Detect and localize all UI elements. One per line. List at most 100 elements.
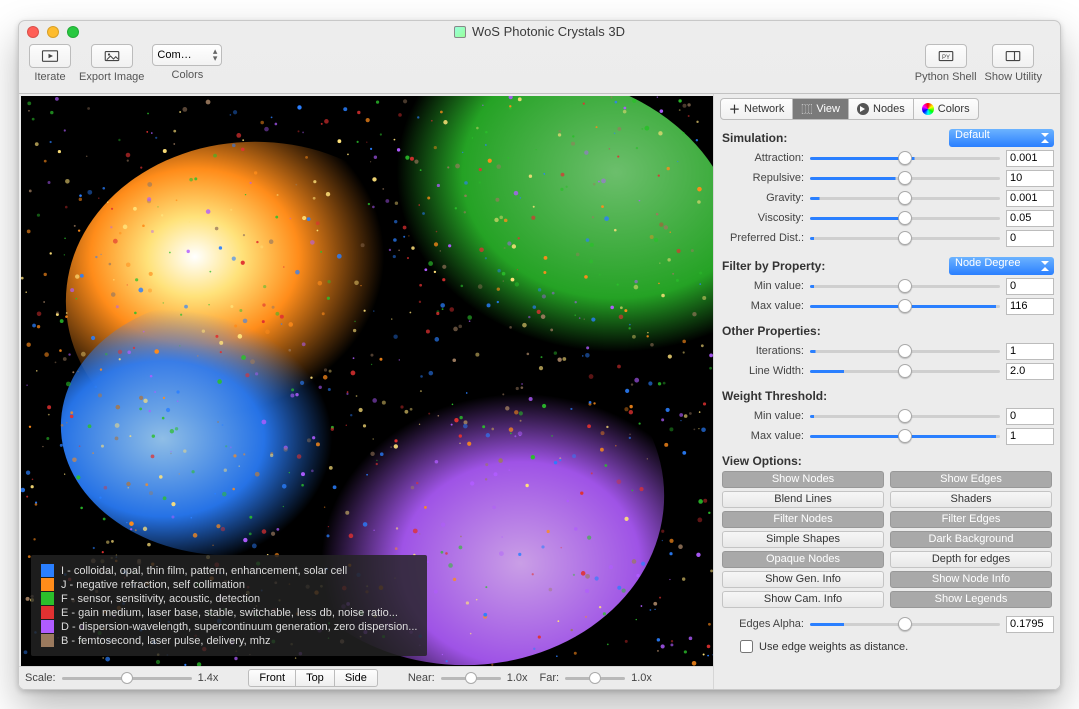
view-option-button[interactable]: Show Gen. Info: [722, 571, 884, 588]
view-option-button[interactable]: Shaders: [890, 491, 1052, 508]
slider[interactable]: [810, 350, 1000, 353]
legend-row: D - dispersion-wavelength, supercontinuu…: [41, 620, 417, 633]
slider-label: Line Width:: [720, 365, 804, 377]
view-option-button[interactable]: Show Edges: [890, 471, 1052, 488]
colors-combo[interactable]: Com…▴▾ Colors: [152, 44, 222, 81]
iterate-button[interactable]: Iterate: [29, 44, 71, 83]
slider-value[interactable]: [1006, 190, 1054, 207]
view-option-button[interactable]: Depth for edges: [890, 551, 1052, 568]
slider-value[interactable]: [1006, 298, 1054, 315]
chevron-updown-icon: ▴▾: [213, 48, 218, 62]
slider-value[interactable]: [1006, 343, 1054, 360]
slider-label: Attraction:: [720, 152, 804, 164]
svg-text:PY: PY: [942, 55, 950, 61]
legend-text: B - femtosecond, laser pulse, delivery, …: [61, 635, 271, 647]
legend-swatch: [41, 606, 54, 619]
view-option-button[interactable]: Show Nodes: [722, 471, 884, 488]
legend-text: E - gain medium, laser base, stable, swi…: [61, 607, 398, 619]
view-option-button[interactable]: Filter Nodes: [722, 511, 884, 528]
scale-value: 1.4x: [198, 672, 219, 684]
arrow-circle-icon: [857, 103, 869, 115]
camera-segmented: Front Top Side: [248, 669, 377, 687]
export-image-button[interactable]: Export Image: [79, 44, 144, 83]
view-option-button[interactable]: Show Cam. Info: [722, 591, 884, 608]
slider-value[interactable]: [1006, 428, 1054, 445]
filter-property-select[interactable]: Node Degree: [949, 257, 1054, 275]
edge-weights-checkbox[interactable]: [740, 640, 753, 653]
slider-value[interactable]: [1006, 210, 1054, 227]
legend-text: J - negative refraction, self collimatio…: [61, 579, 245, 591]
legend-row: F - sensor, sensitivity, acoustic, detec…: [41, 592, 417, 605]
edges-alpha-slider[interactable]: [810, 623, 1000, 626]
slider-value[interactable]: [1006, 170, 1054, 187]
slider[interactable]: [810, 177, 1000, 180]
far-value: 1.0x: [631, 672, 652, 684]
slider[interactable]: [810, 217, 1000, 220]
view-option-button[interactable]: Dark Background: [890, 531, 1052, 548]
python-shell-button[interactable]: PY Python Shell: [915, 44, 977, 83]
slider[interactable]: [810, 197, 1000, 200]
slider-label: Min value:: [720, 280, 804, 292]
view-option-button[interactable]: Filter Edges: [890, 511, 1052, 528]
slider-value[interactable]: [1006, 150, 1054, 167]
slider[interactable]: [810, 370, 1000, 373]
legend-row: I - colloidal, opal, thin film, pattern,…: [41, 564, 417, 577]
slider[interactable]: [810, 157, 1000, 160]
other-heading: Other Properties:: [722, 324, 1054, 338]
legend-text: D - dispersion-wavelength, supercontinuu…: [61, 621, 417, 633]
top-button[interactable]: Top: [296, 669, 335, 687]
legend-row: B - femtosecond, laser pulse, delivery, …: [41, 634, 417, 647]
sidebar-tabs: ＋Network ⿲View Nodes Colors: [720, 98, 1054, 120]
weight-heading: Weight Threshold:: [722, 389, 1054, 403]
edges-alpha-value[interactable]: [1006, 616, 1054, 633]
tab-network[interactable]: ＋Network: [720, 98, 793, 120]
sidebar: ＋Network ⿲View Nodes Colors Simulation: …: [713, 94, 1060, 689]
legend-row: J - negative refraction, self collimatio…: [41, 578, 417, 591]
viewport-column: I - colloidal, opal, thin film, pattern,…: [19, 94, 713, 689]
front-button[interactable]: Front: [248, 669, 296, 687]
view-option-button[interactable]: Show Node Info: [890, 571, 1052, 588]
legend-text: I - colloidal, opal, thin film, pattern,…: [61, 565, 347, 577]
legend-swatch: [41, 578, 54, 591]
slider[interactable]: [810, 237, 1000, 240]
3d-canvas[interactable]: I - colloidal, opal, thin film, pattern,…: [21, 96, 713, 666]
tab-nodes[interactable]: Nodes: [849, 98, 914, 120]
scale-slider[interactable]: [62, 677, 192, 680]
window-title: WoS Photonic Crystals 3D: [19, 24, 1060, 39]
near-value: 1.0x: [507, 672, 528, 684]
far-slider[interactable]: [565, 677, 625, 680]
near-label: Near:: [408, 672, 435, 684]
slider-label: Viscosity:: [720, 212, 804, 224]
simulation-preset-select[interactable]: Default: [949, 129, 1054, 147]
slider[interactable]: [810, 415, 1000, 418]
slider-value[interactable]: [1006, 230, 1054, 247]
view-option-button[interactable]: Blend Lines: [722, 491, 884, 508]
legend-swatch: [41, 620, 54, 633]
slider-label: Min value:: [720, 410, 804, 422]
legend-text: F - sensor, sensitivity, acoustic, detec…: [61, 593, 260, 605]
view-option-button[interactable]: Simple Shapes: [722, 531, 884, 548]
slider-label: Max value:: [720, 300, 804, 312]
slider-label: Iterations:: [720, 345, 804, 357]
tab-view[interactable]: ⿲View: [793, 98, 849, 120]
app-window: WoS Photonic Crystals 3D Iterate Export …: [18, 20, 1061, 690]
legend-swatch: [41, 634, 54, 647]
near-slider[interactable]: [441, 677, 501, 680]
columns-icon: ⿲: [801, 101, 812, 117]
view-options-grid: Show Nodes Show Edges Blend Lines Shaders Fi…: [720, 471, 1054, 608]
slider-label: Gravity:: [720, 192, 804, 204]
slider-value[interactable]: [1006, 363, 1054, 380]
view-option-button[interactable]: Show Legends: [890, 591, 1052, 608]
view-option-button[interactable]: Opaque Nodes: [722, 551, 884, 568]
utility-panel-icon: [1004, 49, 1022, 63]
slider[interactable]: [810, 285, 1000, 288]
viewopts-heading: View Options:: [722, 454, 1054, 468]
show-utility-button[interactable]: Show Utility: [985, 44, 1042, 83]
slider-value[interactable]: [1006, 408, 1054, 425]
side-button[interactable]: Side: [335, 669, 378, 687]
slider[interactable]: [810, 435, 1000, 438]
app-icon: [454, 26, 466, 38]
tab-colors[interactable]: Colors: [914, 98, 979, 120]
slider[interactable]: [810, 305, 1000, 308]
slider-value[interactable]: [1006, 278, 1054, 295]
